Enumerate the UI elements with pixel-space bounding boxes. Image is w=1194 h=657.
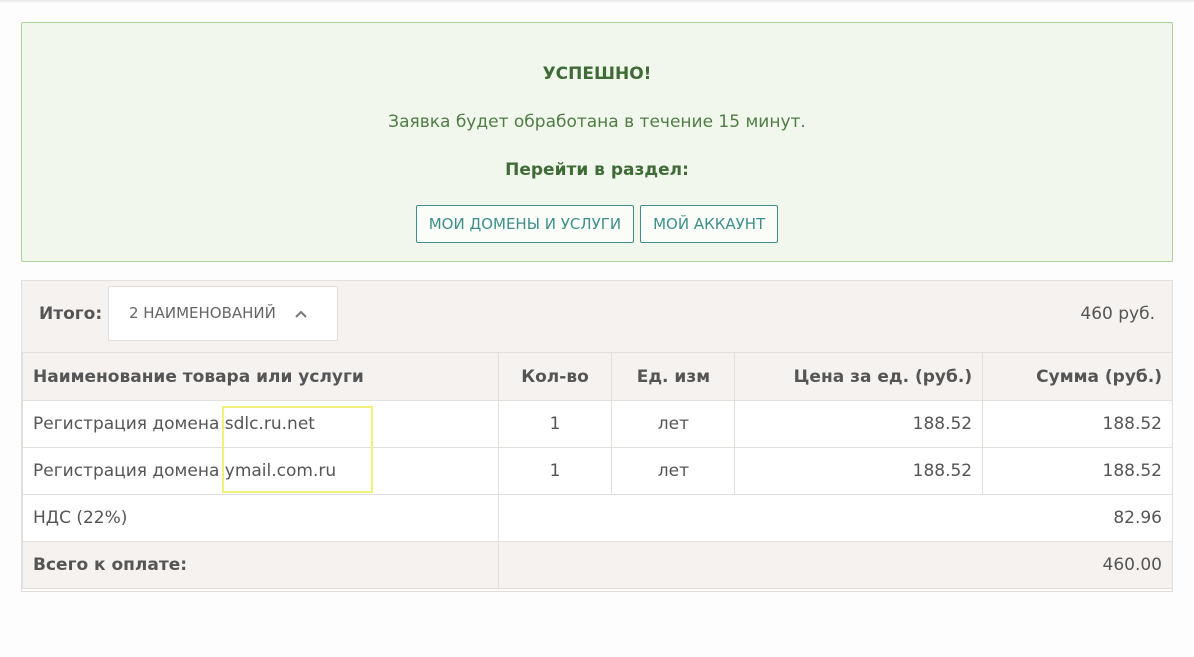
item-unit: лет: [611, 400, 736, 448]
item-qty: 1: [497, 400, 613, 448]
column-header-name: Наименование товара или услуги: [22, 352, 499, 401]
my-domains-services-button[interactable]: МОИ ДОМЕНЫ И УСЛУГИ: [415, 205, 635, 243]
table-row: Регистрация домена sdlc.ru.net 1 лет 188…: [22, 400, 1173, 448]
column-header-price: Цена за ед. (руб.): [734, 352, 984, 401]
item-name: Регистрация домена ymail.com.ru: [22, 447, 499, 495]
total-amount: 460 руб.: [1080, 304, 1155, 324]
grand-total-value: 460.00: [497, 541, 1174, 589]
goto-section-label: Перейти в раздел:: [505, 160, 689, 180]
top-shadow: [0, 0, 1194, 3]
grand-total-label: Всего к оплате:: [22, 541, 499, 589]
total-label: Итого:: [39, 304, 103, 324]
success-panel: УСПЕШНО! Заявка будет обработана в течен…: [21, 22, 1173, 262]
item-name: Регистрация домена sdlc.ru.net: [22, 400, 499, 448]
order-summary-header: Итого: 2 НАИМЕНОВАНИЙ 460 руб.: [22, 281, 1172, 352]
vat-label: НДС (22%): [22, 494, 499, 542]
item-unit: лет: [611, 447, 736, 495]
item-sum: 188.52: [982, 400, 1173, 448]
items-toggle[interactable]: 2 НАИМЕНОВАНИЙ: [108, 286, 338, 341]
column-header-unit: Ед. изм: [611, 352, 736, 401]
order-summary: Итого: 2 НАИМЕНОВАНИЙ 460 руб. Наименова…: [21, 280, 1174, 592]
grand-total-row: Всего к оплате: 460.00: [22, 541, 1174, 589]
section-buttons: МОИ ДОМЕНЫ И УСЛУГИ МОЙ АККАУНТ: [22, 205, 1172, 243]
my-account-button[interactable]: МОЙ АККАУНТ: [640, 205, 779, 243]
success-title: УСПЕШНО!: [542, 64, 652, 84]
table-row: Регистрация домена ymail.com.ru 1 лет 18…: [22, 447, 1173, 495]
column-header-qty: Кол-во: [497, 352, 613, 401]
item-price: 188.52: [734, 400, 984, 448]
item-qty: 1: [497, 447, 613, 495]
items-toggle-label: 2 НАИМЕНОВАНИЙ: [129, 304, 276, 322]
item-sum: 188.52: [982, 447, 1173, 495]
table-header-row: Наименование товара или услуги Кол-во Ед…: [22, 352, 1173, 401]
vat-value: 82.96: [497, 494, 1174, 542]
vat-row: НДС (22%) 82.96: [22, 494, 1174, 542]
column-header-sum: Сумма (руб.): [982, 352, 1173, 401]
chevron-up-icon: [295, 287, 307, 340]
order-table: Наименование товара или услуги Кол-во Ед…: [22, 352, 1174, 589]
success-message: Заявка будет обработана в течение 15 мин…: [388, 112, 806, 132]
item-price: 188.52: [734, 447, 984, 495]
